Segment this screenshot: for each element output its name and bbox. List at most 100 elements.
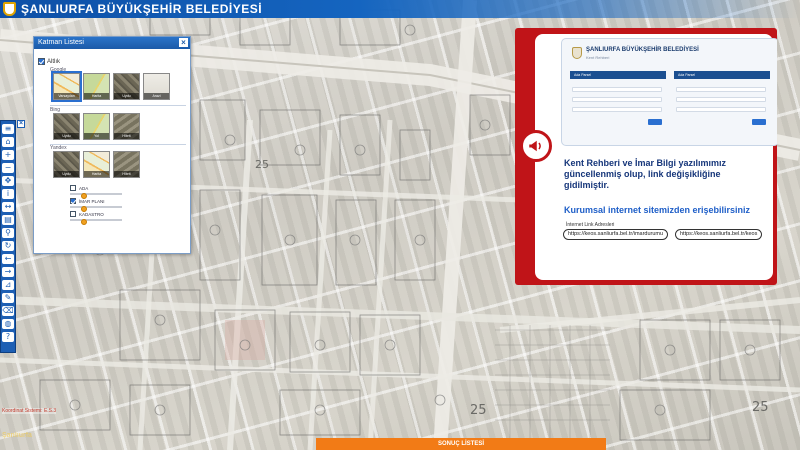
preview-subtitle: Kent Rehberi — [586, 55, 610, 60]
popup-footer: ŞANLIURFA BÜYÜKŞEHİR BELEDİYESİ /sanliur… — [540, 268, 772, 280]
basemap-label: Altlık — [47, 58, 61, 65]
layer-option-label: KADASTRO — [79, 211, 104, 217]
preview-field — [676, 87, 766, 92]
thumb-caption: Uydu — [114, 93, 139, 99]
thumb-caption: Harita — [84, 93, 109, 99]
municipality-logo-icon — [3, 2, 16, 16]
preview-tab-label: Ada Parsel — [678, 73, 696, 77]
thumb-caption: Uydu — [54, 133, 79, 139]
zoom-out-icon[interactable]: − — [2, 163, 14, 173]
layer-option-label: ADA — [79, 185, 89, 191]
help-icon[interactable]: ? — [2, 332, 14, 342]
bing-thumbs: Uydu Yol Hibrit — [53, 113, 140, 140]
basemap-thumb[interactable]: Harita — [83, 151, 110, 178]
preview-field — [572, 87, 662, 92]
announcement-cta: Kurumsal internet sitemizden erişebilirs… — [564, 205, 751, 215]
footer-website: www.sanliurfa.bel.tr — [727, 271, 767, 277]
brand-watermark: Şanlıurfa — [2, 432, 32, 439]
basemap-thumb[interactable]: Hibrit — [113, 151, 140, 178]
opacity-slider[interactable] — [70, 193, 122, 195]
print-icon[interactable]: ▤ — [2, 215, 14, 225]
opacity-slider[interactable] — [70, 219, 122, 221]
layer-option-ada[interactable]: ADA — [70, 185, 122, 195]
layer-option-kadastro[interactable]: KADASTRO — [70, 211, 122, 221]
thumb-caption: Varsayılan — [54, 93, 79, 99]
link-imardurumu[interactable]: https://keos.sanliurfa.bel.tr/imardurumu — [563, 229, 669, 240]
basemap-thumb[interactable]: Uydu — [113, 73, 140, 100]
preview-tab-right: Ada Parsel — [674, 71, 770, 79]
basemap-checkbox[interactable] — [38, 58, 45, 65]
link-keos[interactable]: https://keos.sanliurfa.bel.tr/keos — [675, 229, 763, 240]
pan-icon[interactable]: ✥ — [2, 176, 14, 186]
globe-icon[interactable]: ◍ — [2, 319, 14, 329]
zoom-in-icon[interactable]: + — [2, 150, 14, 160]
thumb-caption: Harita — [84, 171, 109, 177]
draw-icon[interactable]: ✎ — [2, 293, 14, 303]
measure-icon[interactable]: ↔ — [2, 202, 14, 212]
divider — [721, 269, 723, 279]
basemap-thumb[interactable]: Yol — [83, 113, 110, 140]
ruler-icon[interactable]: ⊿ — [2, 280, 14, 290]
basemap-thumb[interactable]: Hibrit — [113, 113, 140, 140]
slider-handle[interactable] — [81, 219, 87, 225]
basemap-thumb[interactable]: Uydu — [53, 113, 80, 140]
yandex-thumbs: Uydu Harita Hibrit — [53, 151, 140, 178]
layer-panel-header[interactable]: Katman Listesi × — [34, 37, 190, 49]
basemap-root[interactable]: Altlık — [38, 58, 60, 65]
toolbar-close-icon[interactable]: × — [17, 120, 25, 128]
basemap-thumb[interactable]: Varsayılan — [51, 71, 82, 102]
refresh-icon[interactable]: ↻ — [2, 241, 14, 251]
map-parcel-label: 25 — [470, 403, 487, 418]
preview-field — [676, 107, 766, 112]
coordinate-info: Koordinat Sistemi: E.S.3 — [2, 408, 57, 414]
preview-tab-left: Ada Parsel — [570, 71, 666, 79]
thumb-caption: Uydu — [54, 171, 79, 177]
divider — [50, 105, 186, 106]
thumb-caption: Hibrit — [114, 133, 139, 139]
announcement-message: Kent Rehberi ve İmar Bilgi yazılımımız g… — [564, 158, 727, 190]
preview-screenshot: ŞANLIURFA BÜYÜKŞEHİR BELEDİYESİ Kent Reh… — [561, 38, 777, 146]
preview-field — [572, 97, 662, 102]
search-icon[interactable]: ⚲ — [2, 228, 14, 238]
app-header: ŞANLIURFA BÜYÜKŞEHİR BELEDİYESİ — [0, 0, 800, 18]
forward-icon[interactable]: → — [2, 267, 14, 277]
back-icon[interactable]: ← — [2, 254, 14, 264]
map-parcel-label: 25 — [752, 400, 769, 415]
layer-option-imar[interactable]: İMAR PLANI — [70, 198, 122, 208]
basemap-thumb[interactable]: Harita — [83, 73, 110, 100]
preview-field — [572, 107, 662, 112]
link-section-label: İnternet Link Adresleri — [566, 222, 615, 228]
footer-social: /sanliurfabel — [692, 271, 717, 277]
results-list-button[interactable]: SONUÇ LİSTESİ — [316, 438, 606, 450]
thumb-caption: Arazi — [144, 93, 169, 99]
opacity-slider[interactable] — [70, 206, 122, 208]
preview-field — [676, 97, 766, 102]
map-toolbar: ≡ ⌂ + − ✥ i ↔ ▤ ⚲ ↻ ← → ⊿ ✎ ⌫ ◍ ? — [0, 120, 16, 353]
divider — [686, 269, 688, 279]
announcement-popup: ŞANLIURFA BÜYÜKŞEHİR BELEDİYESİ Kent Reh… — [515, 28, 777, 285]
info-icon[interactable]: i — [2, 189, 14, 199]
close-icon[interactable]: × — [179, 38, 188, 47]
layer-checkbox[interactable] — [70, 185, 76, 191]
layers-icon[interactable]: ≡ — [2, 124, 14, 134]
preview-button — [648, 119, 662, 125]
layer-panel-title: Katman Listesi — [38, 39, 84, 46]
layer-panel: Katman Listesi × Altlık Google Varsayıla… — [33, 36, 191, 254]
divider — [50, 144, 186, 145]
basemap-thumb[interactable]: Arazi — [143, 73, 170, 100]
preview-button — [752, 119, 766, 125]
google-thumbs: Varsayılan Harita Uydu Arazi — [51, 71, 170, 102]
layer-checkbox[interactable] — [70, 198, 76, 204]
preview-title: ŞANLIURFA BÜYÜKŞEHİR BELEDİYESİ — [586, 47, 699, 53]
app-title: ŞANLIURFA BÜYÜKŞEHİR BELEDİYESİ — [21, 2, 263, 16]
basemap-thumb[interactable]: Uydu — [53, 151, 80, 178]
home-icon[interactable]: ⌂ — [2, 137, 14, 147]
municipality-logo-icon — [572, 47, 582, 59]
erase-icon[interactable]: ⌫ — [2, 306, 14, 316]
preview-tab-label: Ada Parsel — [574, 73, 592, 77]
thumb-caption: Yol — [84, 133, 109, 139]
footer-brand: ŞANLIURFA BÜYÜKŞEHİR BELEDİYESİ — [550, 270, 682, 278]
layer-checkbox[interactable] — [70, 211, 76, 217]
megaphone-icon — [520, 130, 552, 162]
map-parcel-label: 25 — [255, 158, 269, 171]
